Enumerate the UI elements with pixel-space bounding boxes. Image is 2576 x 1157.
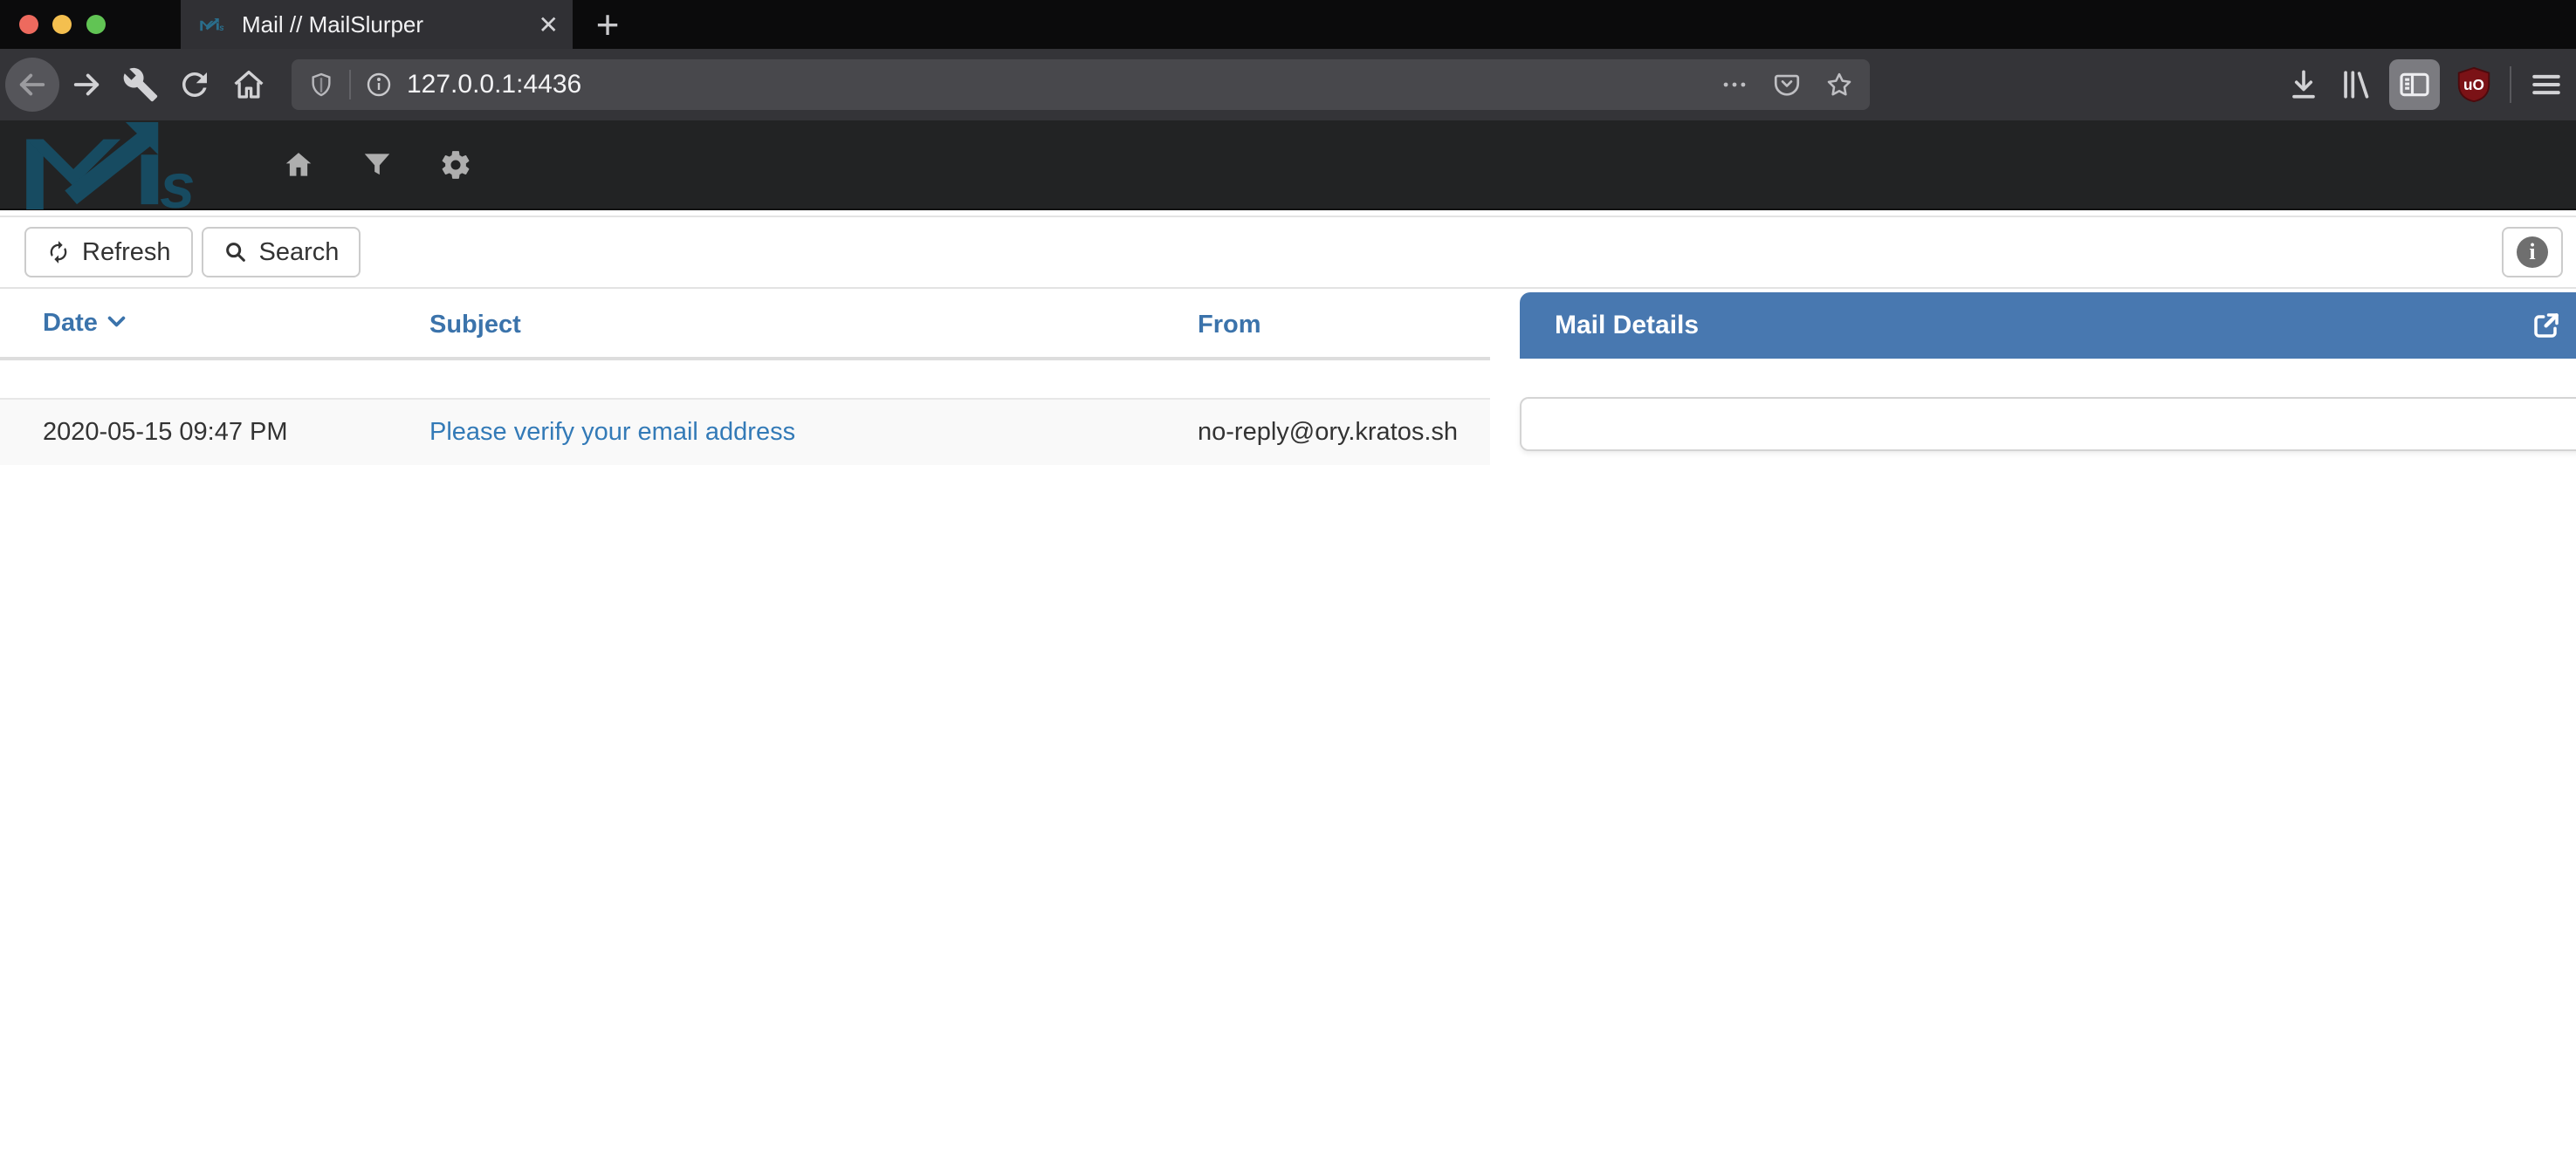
app-home-icon (282, 148, 315, 181)
mail-from-cell: no-reply@ory.kratos.sh (1155, 399, 1490, 465)
library-button[interactable] (2337, 65, 2375, 104)
close-window-button[interactable] (19, 15, 38, 34)
gear-icon (439, 148, 472, 181)
mail-details-title: Mail Details (1555, 311, 1699, 340)
svg-text:uO: uO (2463, 76, 2484, 93)
back-arrow-icon (14, 66, 51, 103)
download-icon (2284, 65, 2323, 104)
app-content: Date Subject From 2020-05-15 09:47 PM Pl… (0, 289, 2576, 1157)
browser-window: s Mail // MailSlurper ✕ + 127.0.0.1 (0, 0, 2576, 1157)
app-settings-button[interactable] (436, 146, 475, 184)
column-header-date[interactable]: Date (0, 292, 387, 359)
toolbar-divider (2510, 66, 2511, 103)
library-icon (2337, 65, 2375, 104)
page-actions-button[interactable] (1720, 70, 1749, 99)
hamburger-icon (2527, 65, 2566, 104)
back-button[interactable] (5, 58, 59, 112)
url-bar[interactable]: 127.0.0.1:4436 (292, 59, 1870, 110)
reload-icon (176, 66, 213, 103)
mail-details-body (1520, 397, 2576, 451)
app-home-button[interactable] (279, 146, 318, 184)
mail-details-panel: Mail Details (1520, 292, 2576, 451)
search-button-label: Search (259, 238, 340, 267)
new-tab-button[interactable]: + (583, 0, 632, 49)
date-header-label: Date (43, 309, 98, 337)
svg-text:s: s (219, 24, 224, 33)
mailslurper-favicon: s (200, 14, 228, 35)
browser-tab[interactable]: s Mail // MailSlurper ✕ (181, 0, 573, 49)
app-filter-button[interactable] (358, 146, 396, 184)
bookmark-star-button[interactable] (1824, 70, 1854, 99)
browser-titlebar: s Mail // MailSlurper ✕ + (0, 0, 2576, 49)
mail-details-header: Mail Details (1520, 292, 2576, 359)
sidebar-toggle-button[interactable] (2389, 59, 2440, 110)
reload-button[interactable] (168, 58, 222, 112)
wrench-icon (122, 66, 159, 103)
site-info-icon[interactable] (365, 71, 393, 99)
tools-button[interactable] (113, 58, 168, 112)
ublock-shield-icon: uO (2454, 65, 2494, 105)
open-in-new-window-icon[interactable] (2529, 308, 2564, 343)
mail-subject-link[interactable]: Please verify your email address (429, 418, 795, 446)
info-icon: i (2517, 236, 2548, 268)
tracking-protection-shield-icon[interactable] (307, 71, 335, 99)
minimize-window-button[interactable] (52, 15, 72, 34)
home-button[interactable] (222, 58, 276, 112)
zoom-window-button[interactable] (86, 15, 106, 34)
ublock-origin-button[interactable]: uO (2454, 65, 2494, 105)
svg-text:s: s (160, 151, 195, 209)
forward-button[interactable] (59, 58, 113, 112)
tab-close-icon[interactable]: ✕ (539, 10, 559, 39)
downloads-button[interactable] (2284, 65, 2323, 104)
search-icon (223, 240, 248, 264)
refresh-button-label: Refresh (82, 238, 171, 267)
mail-row[interactable]: 2020-05-15 09:47 PM Please verify your e… (0, 399, 1490, 465)
refresh-button[interactable]: Refresh (24, 227, 193, 277)
forward-arrow-icon (68, 66, 105, 103)
pocket-button[interactable] (1772, 70, 1802, 99)
star-icon (1824, 70, 1854, 99)
empty-spacer-row (0, 359, 1490, 399)
column-header-subject: Subject (387, 292, 1155, 359)
home-icon (230, 66, 267, 103)
menu-button[interactable] (2527, 65, 2566, 104)
ellipsis-icon (1720, 70, 1749, 99)
browser-toolbar: 127.0.0.1:4436 uO (0, 49, 2576, 120)
mailslurper-header: s (0, 120, 2576, 210)
info-button[interactable]: i (2502, 227, 2563, 277)
mail-date-cell: 2020-05-15 09:47 PM (0, 399, 387, 465)
urlbar-divider (349, 70, 351, 99)
url-text[interactable]: 127.0.0.1:4436 (407, 70, 581, 99)
app-action-bar: Refresh Search i (0, 216, 2576, 289)
mail-list-table: Date Subject From 2020-05-15 09:47 PM Pl… (0, 292, 1490, 465)
mail-table-header-row: Date Subject From (0, 292, 1490, 359)
sidebar-icon (2397, 67, 2432, 102)
column-header-from: From (1155, 292, 1490, 359)
mailslurper-logo[interactable]: s (23, 120, 223, 209)
search-button[interactable]: Search (202, 227, 361, 277)
tab-title: Mail // MailSlurper (242, 11, 423, 38)
refresh-icon (46, 240, 71, 264)
sort-descending-chevron-icon (105, 310, 128, 340)
filter-funnel-icon (361, 148, 394, 181)
pocket-icon (1772, 70, 1802, 99)
